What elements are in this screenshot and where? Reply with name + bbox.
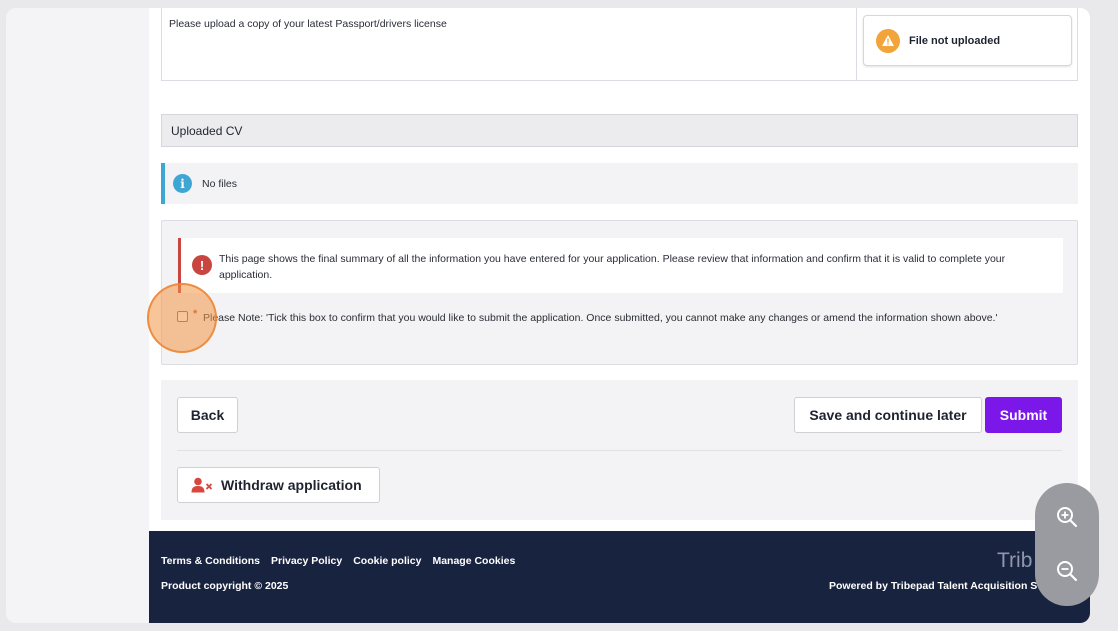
zoom-in-button[interactable] bbox=[1051, 503, 1083, 535]
confirmation-panel: ! This page shows the final summary of a… bbox=[161, 220, 1078, 365]
no-files-text: No files bbox=[202, 177, 238, 190]
uploaded-cv-header: Uploaded CV bbox=[161, 114, 1078, 147]
action-divider bbox=[177, 450, 1062, 451]
confirm-submit-label[interactable]: Please Note: 'Tick this box to confirm t… bbox=[193, 310, 1063, 326]
no-files-info: i No files bbox=[161, 163, 1078, 204]
column-divider bbox=[856, 8, 857, 80]
zoom-out-button[interactable] bbox=[1051, 557, 1083, 589]
zoom-in-icon bbox=[1056, 506, 1078, 533]
back-button[interactable]: Back bbox=[177, 397, 238, 433]
file-status-label: File not uploaded bbox=[909, 34, 1001, 47]
tribepad-logo: Trib bbox=[997, 549, 1033, 572]
cookie-policy-link[interactable]: Cookie policy bbox=[353, 555, 421, 567]
submit-button[interactable]: Submit bbox=[985, 397, 1062, 433]
click-indicator bbox=[147, 283, 217, 353]
exclamation-icon: ! bbox=[192, 255, 212, 275]
user-remove-icon bbox=[191, 477, 213, 493]
passport-upload-label: Please upload a copy of your latest Pass… bbox=[169, 18, 447, 30]
copyright-text: Product copyright © 2025 bbox=[161, 580, 289, 592]
passport-document-row: Please upload a copy of your latest Pass… bbox=[161, 8, 1078, 81]
info-icon: i bbox=[173, 174, 192, 193]
file-status-card: File not uploaded bbox=[863, 15, 1072, 66]
withdraw-application-label: Withdraw application bbox=[221, 477, 362, 493]
zoom-out-icon bbox=[1056, 560, 1078, 587]
manage-cookies-link[interactable]: Manage Cookies bbox=[432, 555, 515, 567]
footer-links: Terms & Conditions Privacy Policy Cookie… bbox=[161, 555, 515, 567]
summary-alert: ! This page shows the final summary of a… bbox=[178, 238, 1063, 293]
summary-alert-text: This page shows the final summary of all… bbox=[219, 253, 1006, 281]
site-footer: Terms & Conditions Privacy Policy Cookie… bbox=[149, 531, 1090, 623]
action-panel: Back Save and continue later Submit With… bbox=[161, 380, 1078, 520]
terms-link[interactable]: Terms & Conditions bbox=[161, 555, 260, 567]
withdraw-application-button[interactable]: Withdraw application bbox=[177, 467, 380, 503]
privacy-policy-link[interactable]: Privacy Policy bbox=[271, 555, 342, 567]
zoom-controls bbox=[1035, 483, 1099, 606]
application-summary-page: Please upload a copy of your latest Pass… bbox=[149, 8, 1090, 623]
save-and-continue-later-button[interactable]: Save and continue later bbox=[794, 397, 982, 433]
warning-triangle-icon bbox=[876, 28, 900, 53]
